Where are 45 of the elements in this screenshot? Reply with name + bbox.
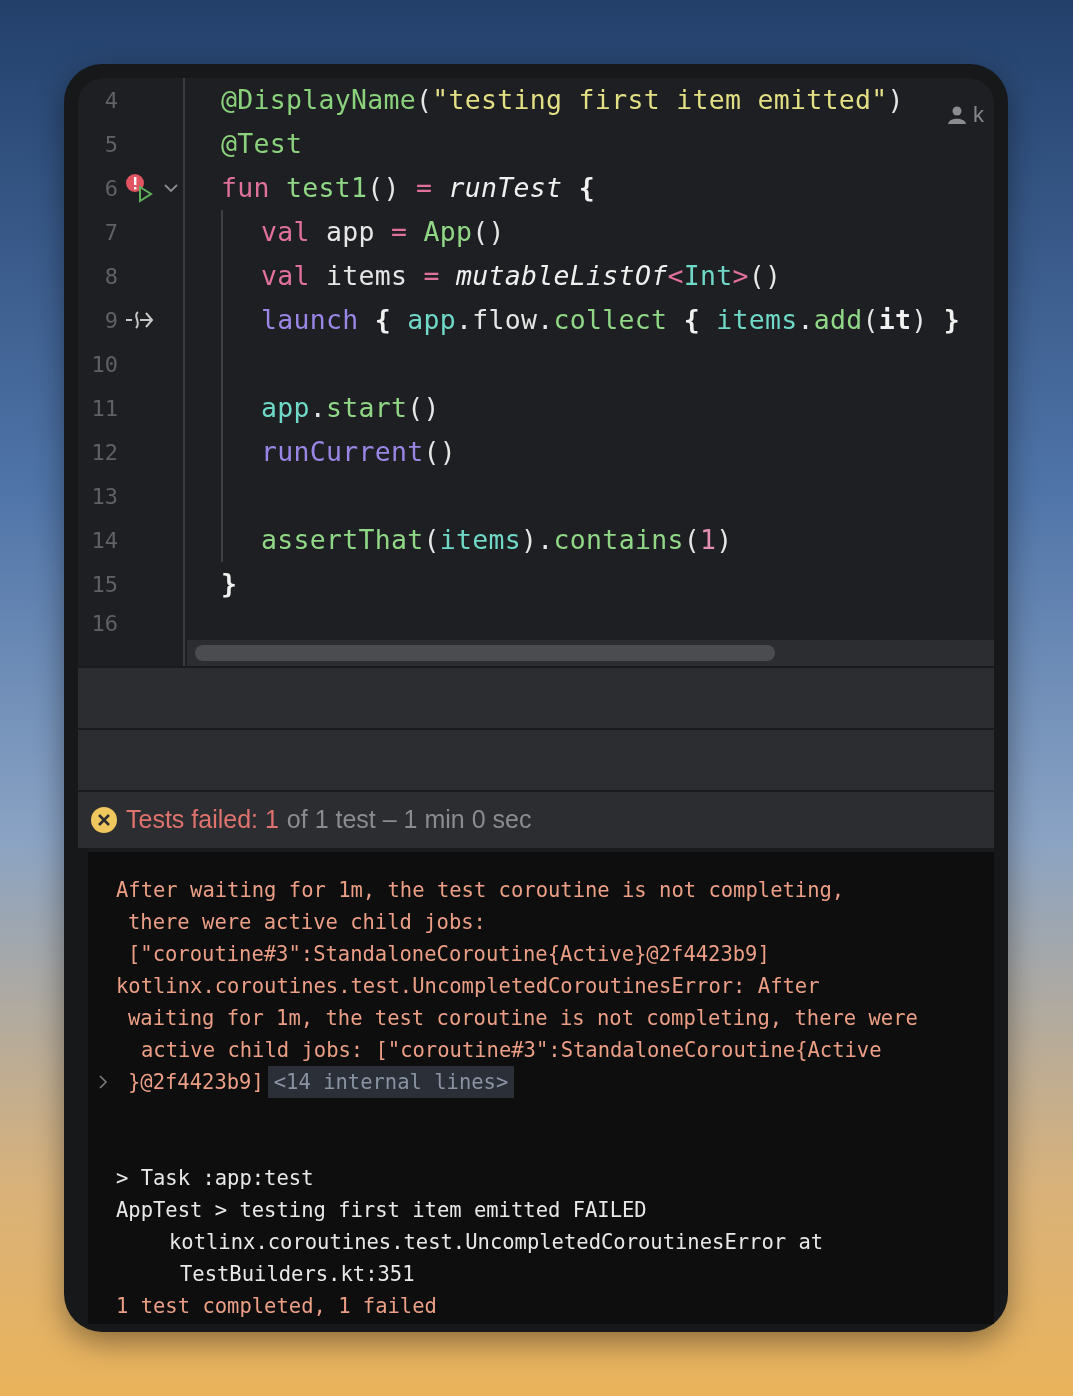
code-line: runCurrent() — [261, 435, 457, 470]
console-line: kotlinx.coroutines.test.UncompletedCoroutinesError at — [169, 1229, 824, 1256]
console-line: waiting for 1m, the test coroutine is not completing, there were — [128, 1005, 918, 1032]
console-line: > Task :app:test — [116, 1165, 314, 1192]
line-number: 5 — [103, 130, 118, 159]
line-number: 9 — [103, 306, 118, 335]
expand-chevron-icon[interactable] — [98, 1074, 108, 1090]
failed-test-run-icon[interactable] — [124, 173, 154, 203]
line-number: 14 — [90, 526, 118, 555]
code-line: fun test1() = runTest { — [221, 171, 595, 206]
code-line: val items = mutableListOf<Int>() — [261, 259, 782, 294]
console-line: there were active child jobs: — [128, 909, 486, 936]
test-summary: of 1 test – 1 min 0 sec — [286, 804, 532, 836]
line-number: 13 — [90, 482, 118, 511]
console-line: AppTest > testing first item emitted FAILED — [116, 1197, 647, 1224]
test-status: Tests failed: 1 — [126, 804, 279, 836]
line-number: 10 — [90, 350, 118, 379]
code-line: } — [221, 567, 238, 602]
line-number: 6 — [103, 174, 118, 203]
code-line: assertThat(items).contains(1) — [261, 523, 733, 558]
line-number: 7 — [103, 218, 118, 247]
code-line: @DisplayName("testing first item emitted") — [221, 83, 904, 118]
author-hint: k — [973, 101, 984, 129]
code-line: launch { app.flow.collect { items.add(it) } — [261, 303, 960, 338]
code-line: @Test — [221, 127, 303, 162]
person-icon — [947, 105, 967, 124]
code-line: app.start() — [261, 391, 440, 426]
console-line: kotlinx.coroutines.test.UncompletedCoroutinesError: After — [116, 973, 820, 1000]
console-line: ["coroutine#3":StandaloneCoroutine{Active}@2f4423b9] — [128, 941, 770, 968]
line-number: 16 — [90, 609, 118, 638]
internal-lines-link[interactable]: <14 internal lines> — [267, 1066, 515, 1098]
console-line: After waiting for 1m, the test coroutine is not completing, — [116, 877, 845, 904]
console-line: }@2f4423b9] — [128, 1069, 264, 1096]
line-number: 8 — [103, 262, 118, 291]
failed-status-icon — [90, 806, 118, 834]
line-number: 15 — [90, 570, 118, 599]
fold-chevron-icon[interactable] — [163, 182, 179, 194]
console-line: TestBuilders.kt:351 — [180, 1261, 415, 1288]
line-number: 11 — [90, 394, 118, 423]
console-line: active child jobs: ["coroutine#3":StandaloneCoroutine{Active — [141, 1037, 882, 1064]
horizontal-scrollbar[interactable] — [187, 640, 994, 666]
console-line: 1 test completed, 1 failed — [116, 1293, 437, 1320]
code-line: val app = App() — [261, 215, 505, 250]
line-number: 4 — [103, 86, 118, 115]
line-number: 12 — [90, 438, 118, 467]
